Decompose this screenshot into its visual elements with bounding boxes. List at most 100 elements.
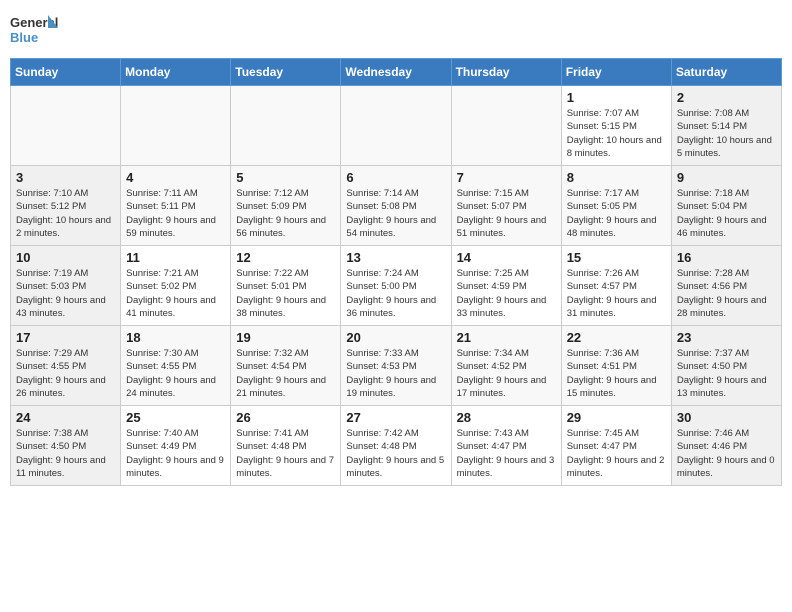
- calendar-header-row: SundayMondayTuesdayWednesdayThursdayFrid…: [11, 59, 782, 86]
- calendar-day-cell: 5 Sunrise: 7:12 AM Sunset: 5:09 PM Daylig…: [231, 166, 341, 246]
- day-number: 21: [457, 330, 556, 345]
- calendar-day-cell: 14 Sunrise: 7:25 AM Sunset: 4:59 PM Dayli…: [451, 246, 561, 326]
- day-info: Sunrise: 7:24 AM Sunset: 5:00 PM Dayligh…: [346, 267, 445, 320]
- day-number: 29: [567, 410, 666, 425]
- day-number: 4: [126, 170, 225, 185]
- calendar-day-cell: 20 Sunrise: 7:33 AM Sunset: 4:53 PM Dayli…: [341, 326, 451, 406]
- day-info: Sunrise: 7:46 AM Sunset: 4:46 PM Dayligh…: [677, 427, 776, 480]
- day-info: Sunrise: 7:17 AM Sunset: 5:05 PM Dayligh…: [567, 187, 666, 240]
- day-number: 12: [236, 250, 335, 265]
- day-info: Sunrise: 7:36 AM Sunset: 4:51 PM Dayligh…: [567, 347, 666, 400]
- day-number: 2: [677, 90, 776, 105]
- calendar-day-cell: 3 Sunrise: 7:10 AM Sunset: 5:12 PM Daylig…: [11, 166, 121, 246]
- calendar-empty-cell: [231, 86, 341, 166]
- day-info: Sunrise: 7:34 AM Sunset: 4:52 PM Dayligh…: [457, 347, 556, 400]
- day-info: Sunrise: 7:21 AM Sunset: 5:02 PM Dayligh…: [126, 267, 225, 320]
- calendar-empty-cell: [341, 86, 451, 166]
- day-header-thursday: Thursday: [451, 59, 561, 86]
- calendar-empty-cell: [121, 86, 231, 166]
- day-info: Sunrise: 7:45 AM Sunset: 4:47 PM Dayligh…: [567, 427, 666, 480]
- day-info: Sunrise: 7:14 AM Sunset: 5:08 PM Dayligh…: [346, 187, 445, 240]
- day-number: 18: [126, 330, 225, 345]
- day-number: 7: [457, 170, 556, 185]
- day-info: Sunrise: 7:18 AM Sunset: 5:04 PM Dayligh…: [677, 187, 776, 240]
- calendar-week-row: 3 Sunrise: 7:10 AM Sunset: 5:12 PM Daylig…: [11, 166, 782, 246]
- calendar-table: SundayMondayTuesdayWednesdayThursdayFrid…: [10, 58, 782, 486]
- day-info: Sunrise: 7:37 AM Sunset: 4:50 PM Dayligh…: [677, 347, 776, 400]
- calendar-day-cell: 11 Sunrise: 7:21 AM Sunset: 5:02 PM Dayli…: [121, 246, 231, 326]
- day-number: 23: [677, 330, 776, 345]
- day-info: Sunrise: 7:43 AM Sunset: 4:47 PM Dayligh…: [457, 427, 556, 480]
- day-header-sunday: Sunday: [11, 59, 121, 86]
- calendar-empty-cell: [11, 86, 121, 166]
- calendar-day-cell: 7 Sunrise: 7:15 AM Sunset: 5:07 PM Daylig…: [451, 166, 561, 246]
- day-number: 10: [16, 250, 115, 265]
- calendar-week-row: 10Sunrise: 7:19 AM Sunset: 5:03 PM Dayli…: [11, 246, 782, 326]
- calendar-day-cell: 30 Sunrise: 7:46 AM Sunset: 4:46 PM Dayli…: [671, 406, 781, 486]
- logo: GeneralBlue: [10, 10, 64, 50]
- calendar-day-cell: 9 Sunrise: 7:18 AM Sunset: 5:04 PM Daylig…: [671, 166, 781, 246]
- day-number: 27: [346, 410, 445, 425]
- calendar-day-cell: 2 Sunrise: 7:08 AM Sunset: 5:14 PM Daylig…: [671, 86, 781, 166]
- day-number: 17: [16, 330, 115, 345]
- calendar-day-cell: 23 Sunrise: 7:37 AM Sunset: 4:50 PM Dayli…: [671, 326, 781, 406]
- calendar-day-cell: 6 Sunrise: 7:14 AM Sunset: 5:08 PM Daylig…: [341, 166, 451, 246]
- day-number: 28: [457, 410, 556, 425]
- day-number: 9: [677, 170, 776, 185]
- calendar-day-cell: 22 Sunrise: 7:36 AM Sunset: 4:51 PM Dayli…: [561, 326, 671, 406]
- day-info: Sunrise: 7:42 AM Sunset: 4:48 PM Dayligh…: [346, 427, 445, 480]
- day-number: 6: [346, 170, 445, 185]
- day-header-tuesday: Tuesday: [231, 59, 341, 86]
- day-info: Sunrise: 7:41 AM Sunset: 4:48 PM Dayligh…: [236, 427, 335, 480]
- day-info: Sunrise: 7:15 AM Sunset: 5:07 PM Dayligh…: [457, 187, 556, 240]
- day-number: 22: [567, 330, 666, 345]
- day-info: Sunrise: 7:07 AM Sunset: 5:15 PM Dayligh…: [567, 107, 666, 160]
- calendar-day-cell: 19Sunrise: 7:32 AM Sunset: 4:54 PM Dayli…: [231, 326, 341, 406]
- calendar-day-cell: 21 Sunrise: 7:34 AM Sunset: 4:52 PM Dayli…: [451, 326, 561, 406]
- svg-text:Blue: Blue: [10, 30, 38, 45]
- logo-icon: GeneralBlue: [10, 10, 60, 50]
- calendar-day-cell: 15 Sunrise: 7:26 AM Sunset: 4:57 PM Dayli…: [561, 246, 671, 326]
- calendar-day-cell: 29 Sunrise: 7:45 AM Sunset: 4:47 PM Dayli…: [561, 406, 671, 486]
- day-header-wednesday: Wednesday: [341, 59, 451, 86]
- page-header: GeneralBlue: [10, 10, 782, 50]
- calendar-day-cell: 13Sunrise: 7:24 AM Sunset: 5:00 PM Dayli…: [341, 246, 451, 326]
- day-info: Sunrise: 7:08 AM Sunset: 5:14 PM Dayligh…: [677, 107, 776, 160]
- day-info: Sunrise: 7:38 AM Sunset: 4:50 PM Dayligh…: [16, 427, 115, 480]
- day-info: Sunrise: 7:12 AM Sunset: 5:09 PM Dayligh…: [236, 187, 335, 240]
- calendar-day-cell: 4Sunrise: 7:11 AM Sunset: 5:11 PM Daylig…: [121, 166, 231, 246]
- day-info: Sunrise: 7:33 AM Sunset: 4:53 PM Dayligh…: [346, 347, 445, 400]
- day-info: Sunrise: 7:22 AM Sunset: 5:01 PM Dayligh…: [236, 267, 335, 320]
- day-number: 15: [567, 250, 666, 265]
- day-number: 3: [16, 170, 115, 185]
- day-number: 26: [236, 410, 335, 425]
- day-number: 11: [126, 250, 225, 265]
- day-info: Sunrise: 7:25 AM Sunset: 4:59 PM Dayligh…: [457, 267, 556, 320]
- calendar-day-cell: 25 Sunrise: 7:40 AM Sunset: 4:49 PM Dayli…: [121, 406, 231, 486]
- day-info: Sunrise: 7:26 AM Sunset: 4:57 PM Dayligh…: [567, 267, 666, 320]
- day-info: Sunrise: 7:40 AM Sunset: 4:49 PM Dayligh…: [126, 427, 225, 480]
- calendar-empty-cell: [451, 86, 561, 166]
- day-number: 5: [236, 170, 335, 185]
- calendar-day-cell: 1 Sunrise: 7:07 AM Sunset: 5:15 PM Daylig…: [561, 86, 671, 166]
- day-header-friday: Friday: [561, 59, 671, 86]
- day-number: 30: [677, 410, 776, 425]
- day-header-saturday: Saturday: [671, 59, 781, 86]
- calendar-day-cell: 17Sunrise: 7:29 AM Sunset: 4:55 PM Dayli…: [11, 326, 121, 406]
- day-number: 8: [567, 170, 666, 185]
- day-info: Sunrise: 7:28 AM Sunset: 4:56 PM Dayligh…: [677, 267, 776, 320]
- calendar-day-cell: 8 Sunrise: 7:17 AM Sunset: 5:05 PM Daylig…: [561, 166, 671, 246]
- calendar-week-row: 1 Sunrise: 7:07 AM Sunset: 5:15 PM Daylig…: [11, 86, 782, 166]
- calendar-day-cell: 16Sunrise: 7:28 AM Sunset: 4:56 PM Dayli…: [671, 246, 781, 326]
- day-info: Sunrise: 7:30 AM Sunset: 4:55 PM Dayligh…: [126, 347, 225, 400]
- calendar-day-cell: 26 Sunrise: 7:41 AM Sunset: 4:48 PM Dayli…: [231, 406, 341, 486]
- day-header-monday: Monday: [121, 59, 231, 86]
- day-number: 20: [346, 330, 445, 345]
- calendar-week-row: 24Sunrise: 7:38 AM Sunset: 4:50 PM Dayli…: [11, 406, 782, 486]
- day-info: Sunrise: 7:10 AM Sunset: 5:12 PM Dayligh…: [16, 187, 115, 240]
- day-number: 14: [457, 250, 556, 265]
- day-number: 1: [567, 90, 666, 105]
- calendar-day-cell: 12 Sunrise: 7:22 AM Sunset: 5:01 PM Dayli…: [231, 246, 341, 326]
- day-number: 25: [126, 410, 225, 425]
- calendar-day-cell: 28 Sunrise: 7:43 AM Sunset: 4:47 PM Dayli…: [451, 406, 561, 486]
